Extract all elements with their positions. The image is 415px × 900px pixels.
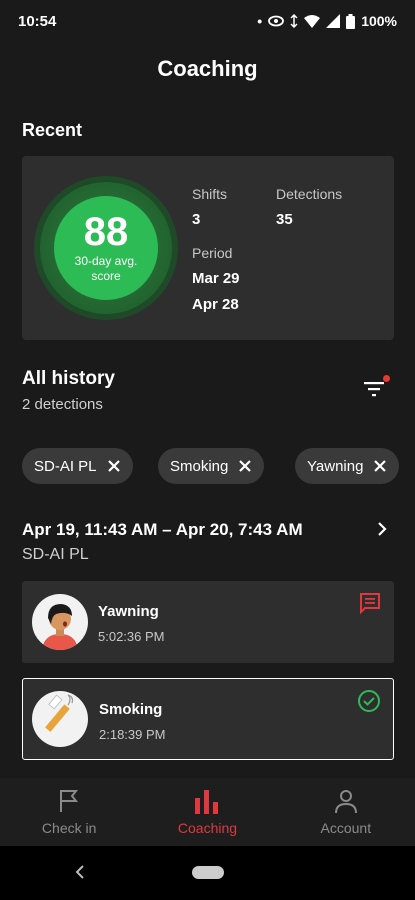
close-icon[interactable] — [107, 459, 121, 473]
history-title: All history — [22, 368, 115, 389]
shifts-value: 3 — [192, 211, 201, 228]
bar-chart-icon — [195, 790, 219, 814]
status-bar: 10:54 • 100% — [0, 0, 415, 42]
bottom-navigation: Check in Coaching Account — [0, 778, 415, 846]
summary-card: 88 30-day avg. score Shifts 3 Detections… — [22, 156, 394, 340]
wifi-icon — [304, 14, 321, 28]
close-icon[interactable] — [373, 459, 387, 473]
status-time: 10:54 — [18, 12, 57, 30]
chip-smoking[interactable]: Smoking — [158, 448, 265, 484]
event-title: Smoking — [99, 701, 163, 718]
close-icon[interactable] — [238, 459, 252, 473]
chip-vehicle[interactable]: SD-AI PL — [22, 448, 133, 484]
shift-vehicle: SD-AI PL — [22, 546, 89, 563]
flag-icon — [60, 790, 79, 812]
signal-icon — [326, 14, 341, 28]
nav-coaching[interactable]: Coaching — [138, 778, 276, 846]
event-time: 5:02:36 PM — [98, 629, 165, 644]
event-card-smoking[interactable]: Smoking 2:18:39 PM — [22, 678, 394, 760]
system-navigation-bar — [0, 846, 415, 900]
period-label: Period — [192, 245, 233, 261]
chip-yawning[interactable]: Yawning — [295, 448, 400, 484]
person-icon — [334, 790, 357, 814]
shift-range[interactable]: Apr 19, 11:43 AM – Apr 20, 7:43 AM — [22, 520, 303, 540]
recent-heading: Recent — [22, 120, 83, 136]
home-button[interactable] — [192, 866, 224, 879]
nav-account[interactable]: Account — [277, 778, 415, 846]
filter-icon — [364, 382, 384, 397]
page-title: Coaching — [157, 56, 258, 81]
period-end: Apr 28 — [192, 296, 239, 313]
score-caption: 30-day avg. score — [74, 254, 138, 283]
yawning-avatar — [32, 594, 88, 650]
period-start: Mar 29 — [192, 270, 240, 287]
score-ring: 88 30-day avg. score — [40, 182, 172, 314]
battery-icon — [346, 13, 356, 29]
detections-label: Detections — [276, 186, 343, 202]
back-icon[interactable] — [74, 863, 86, 881]
notification-dot-icon: • — [257, 13, 263, 29]
event-title: Yawning — [98, 603, 159, 620]
check-circle-icon — [358, 690, 380, 712]
chevron-right-icon[interactable] — [376, 520, 388, 538]
event-card-yawning[interactable]: Yawning 5:02:36 PM — [22, 581, 394, 663]
data-arrows-icon — [290, 14, 298, 28]
filter-chips: SD-AI PL Smoking Yawning — [22, 448, 415, 486]
event-time: 2:18:39 PM — [99, 727, 166, 742]
score-value: 88 — [83, 210, 129, 254]
filter-active-dot — [383, 375, 390, 382]
nav-check-in[interactable]: Check in — [0, 778, 138, 846]
battery-percent: 100% — [361, 13, 397, 29]
history-count: 2 detections — [22, 396, 103, 413]
filter-button[interactable] — [360, 372, 390, 400]
smoking-avatar — [32, 691, 88, 747]
detections-value: 35 — [276, 211, 293, 228]
comment-icon[interactable] — [358, 591, 382, 615]
shifts-label: Shifts — [192, 186, 228, 202]
eye-icon — [268, 15, 285, 27]
